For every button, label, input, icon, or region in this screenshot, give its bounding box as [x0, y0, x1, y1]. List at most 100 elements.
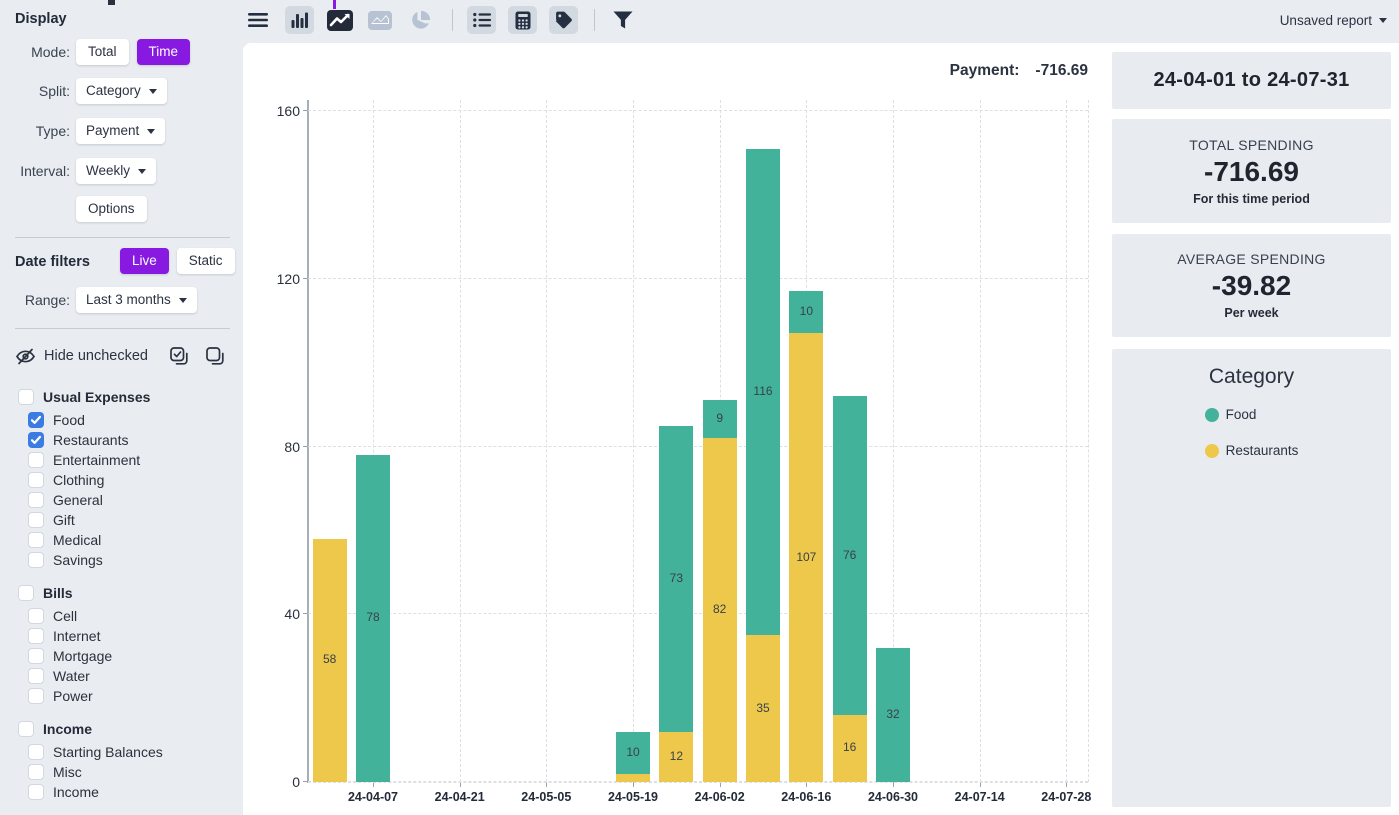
- y-axis-tick: [303, 446, 308, 447]
- gridline: [546, 100, 547, 782]
- x-axis-label: 24-04-07: [331, 790, 415, 804]
- checkbox[interactable]: [28, 492, 44, 508]
- checkbox[interactable]: [28, 744, 44, 760]
- date-range-card: 24-04-01 to 24-07-31: [1112, 52, 1391, 109]
- category-item-row[interactable]: Medical: [0, 530, 240, 550]
- total-spending-title: TOTAL SPENDING: [1189, 137, 1314, 153]
- category-item-row[interactable]: Food: [0, 410, 240, 430]
- hide-unchecked-toggle[interactable]: Hide unchecked: [15, 344, 148, 368]
- category-item-label: Gift: [53, 512, 75, 528]
- list-icon[interactable]: [467, 6, 496, 34]
- checkbox[interactable]: [18, 389, 34, 405]
- category-item-row[interactable]: Restaurants: [0, 430, 240, 450]
- donut-chart-icon[interactable]: [406, 6, 435, 34]
- bar-value-label: 82: [703, 602, 737, 616]
- line-chart-icon[interactable]: [325, 6, 354, 34]
- checkbox[interactable]: [28, 668, 44, 684]
- deselect-all-icon[interactable]: [205, 346, 225, 366]
- calculator-icon[interactable]: [508, 6, 537, 34]
- category-item-row[interactable]: Misc: [0, 762, 240, 782]
- display-heading: Display: [15, 11, 67, 27]
- x-axis-label: 24-06-16: [764, 790, 848, 804]
- date-live-button[interactable]: Live: [120, 248, 169, 274]
- category-item-row[interactable]: Income: [0, 782, 240, 802]
- mode-total-button[interactable]: Total: [76, 39, 129, 65]
- category-item-row[interactable]: Mortgage: [0, 646, 240, 666]
- category-item-row[interactable]: Water: [0, 666, 240, 686]
- bar-chart-icon[interactable]: [285, 6, 314, 34]
- category-list: Usual ExpensesFoodRestaurantsEntertainme…: [0, 384, 240, 802]
- gridline: [308, 110, 1088, 111]
- select-all-icon[interactable]: [169, 346, 189, 366]
- mode-time-button[interactable]: Time: [137, 39, 191, 65]
- y-axis-label: 160: [260, 103, 300, 119]
- checkbox[interactable]: [28, 552, 44, 568]
- category-item-row[interactable]: Gift: [0, 510, 240, 530]
- category-item-label: Water: [53, 668, 90, 684]
- payment-label: Payment:: [950, 62, 1020, 80]
- range-label: Range:: [0, 292, 70, 308]
- category-item-row[interactable]: Savings: [0, 550, 240, 570]
- category-item-label: Medical: [53, 532, 101, 548]
- checkbox[interactable]: [28, 512, 44, 528]
- menu-icon[interactable]: [243, 6, 272, 34]
- split-select[interactable]: Category: [76, 78, 167, 104]
- category-item-label: Internet: [53, 628, 100, 644]
- category-item-row[interactable]: Cell: [0, 606, 240, 626]
- y-axis-label: 40: [260, 606, 300, 622]
- category-item-row[interactable]: General: [0, 490, 240, 510]
- range-select[interactable]: Last 3 months: [76, 287, 197, 313]
- category-item-row[interactable]: Power: [0, 686, 240, 706]
- y-axis-tick: [303, 110, 308, 111]
- checkbox[interactable]: [28, 412, 44, 428]
- legend-label: Restaurants: [1226, 443, 1299, 458]
- checkbox[interactable]: [18, 585, 34, 601]
- category-item-row[interactable]: Starting Balances: [0, 742, 240, 762]
- type-label: Type:: [0, 123, 70, 139]
- checkbox[interactable]: [28, 472, 44, 488]
- gridline: [980, 100, 981, 782]
- checkbox[interactable]: [28, 648, 44, 664]
- category-item-row[interactable]: Clothing: [0, 470, 240, 490]
- bar-segment-restaurants[interactable]: [616, 774, 650, 782]
- checkbox[interactable]: [28, 532, 44, 548]
- interval-select[interactable]: Weekly: [76, 158, 156, 184]
- filter-icon[interactable]: [608, 6, 637, 34]
- sidebar-divider: [15, 328, 230, 329]
- x-axis-label: 24-07-14: [938, 790, 1022, 804]
- unsaved-report-label: Unsaved report: [1280, 13, 1372, 28]
- x-axis-label: 24-05-05: [504, 790, 588, 804]
- checkbox[interactable]: [28, 764, 44, 780]
- x-axis-label: 24-05-19: [591, 790, 675, 804]
- bar-value-label: 10: [616, 745, 650, 759]
- category-group-row[interactable]: Income: [0, 716, 240, 742]
- gridline: [308, 278, 1088, 279]
- options-button[interactable]: Options: [76, 196, 147, 222]
- gridline: [1066, 100, 1067, 782]
- checkbox[interactable]: [28, 432, 44, 448]
- range-value: Last 3 months: [86, 287, 171, 313]
- checkbox[interactable]: [28, 688, 44, 704]
- gridline: [460, 100, 461, 782]
- checkbox[interactable]: [18, 721, 34, 737]
- category-group-row[interactable]: Usual Expenses: [0, 384, 240, 410]
- category-item-label: Misc: [53, 764, 82, 780]
- chevron-down-icon: [138, 169, 146, 174]
- tag-icon[interactable]: [549, 6, 578, 34]
- type-select[interactable]: Payment: [76, 118, 165, 144]
- checkbox[interactable]: [28, 628, 44, 644]
- category-group-row[interactable]: Bills: [0, 580, 240, 606]
- x-axis-label: 24-06-02: [678, 790, 762, 804]
- unsaved-report-menu[interactable]: Unsaved report: [1280, 0, 1387, 40]
- gridline: [308, 613, 1088, 614]
- checkbox[interactable]: [28, 784, 44, 800]
- category-item-row[interactable]: Internet: [0, 626, 240, 646]
- area-chart-icon[interactable]: [365, 6, 394, 34]
- category-item-row[interactable]: Entertainment: [0, 450, 240, 470]
- y-axis-label: 0: [260, 774, 300, 790]
- checkbox[interactable]: [28, 452, 44, 468]
- date-static-button[interactable]: Static: [177, 248, 235, 274]
- category-group-label: Bills: [43, 585, 73, 601]
- title-cursor-fragment: [333, 0, 336, 9]
- checkbox[interactable]: [28, 608, 44, 624]
